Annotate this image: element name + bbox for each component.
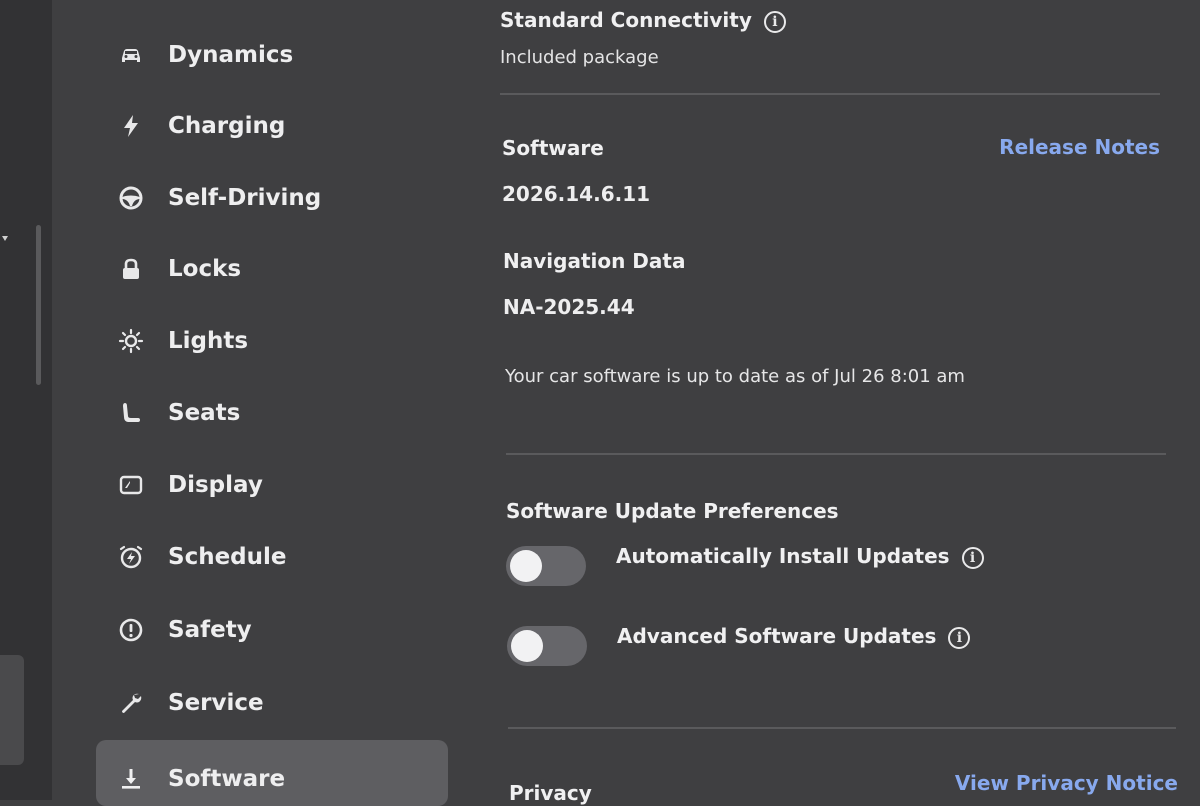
sidebar-item-locks[interactable]: Locks: [96, 241, 448, 297]
sidebar-item-display[interactable]: Display: [96, 457, 448, 513]
info-icon[interactable]: i: [961, 546, 984, 569]
release-notes-link[interactable]: Release Notes: [999, 135, 1160, 159]
steering-wheel-icon: [116, 183, 146, 213]
connectivity-title: Standard Connectivity: [500, 8, 752, 32]
sidebar-item-safety[interactable]: Safety: [96, 602, 448, 658]
caret-down-icon: [2, 236, 8, 241]
divider: [508, 727, 1176, 729]
toggle-knob: [511, 630, 543, 662]
navigation-data-version: NA-2025.44: [503, 295, 635, 319]
sidebar-item-charging[interactable]: Charging: [96, 98, 448, 154]
auto-install-updates-label: Automatically Install Updates: [616, 544, 950, 568]
sidebar-item-label: Schedule: [168, 544, 287, 570]
connectivity-title-row: Standard Connectivity i: [500, 8, 786, 33]
sidebar-item-label: Display: [168, 472, 263, 498]
download-icon: [116, 764, 146, 794]
sidebar-item-label: Seats: [168, 400, 241, 426]
wrench-icon: [116, 688, 146, 718]
toggle-knob: [510, 550, 542, 582]
light-bulb-icon: [116, 326, 146, 356]
seat-icon: [116, 398, 146, 428]
sidebar-item-label: Service: [168, 690, 264, 716]
sidebar-item-label: Locks: [168, 256, 242, 282]
left-edge-panel: [0, 0, 52, 800]
software-title: Software: [502, 136, 604, 160]
update-preferences-title: Software Update Preferences: [506, 499, 839, 523]
display-icon: [116, 470, 146, 500]
divider: [500, 93, 1160, 95]
settings-sidebar: Dynamics Charging Self-Driving Locks Lig…: [52, 0, 472, 806]
sidebar-item-label: Charging: [168, 113, 286, 139]
software-settings-panel: Standard Connectivity i Included package …: [500, 0, 1180, 805]
auto-install-updates-row: Automatically Install Updates i: [616, 544, 984, 569]
sidebar-item-label: Dynamics: [168, 42, 294, 68]
divider: [506, 453, 1166, 455]
connectivity-subtitle: Included package: [500, 47, 659, 68]
sidebar-item-dynamics[interactable]: Dynamics: [96, 27, 448, 83]
sidebar-item-label: Lights: [168, 328, 249, 354]
lightning-bolt-icon: [116, 111, 146, 141]
side-panel-stub: [0, 655, 24, 765]
sidebar-item-label: Safety: [168, 617, 252, 643]
sidebar-item-schedule[interactable]: Schedule: [96, 529, 448, 585]
sidebar-item-label: Self-Driving: [168, 185, 322, 211]
scrollbar[interactable]: [36, 225, 41, 385]
sidebar-item-service[interactable]: Service: [96, 675, 448, 731]
software-status-text: Your car software is up to date as of Ju…: [505, 366, 965, 387]
car-icon: [116, 40, 146, 70]
privacy-title: Privacy: [509, 781, 592, 805]
auto-install-updates-toggle[interactable]: [506, 546, 586, 586]
advanced-software-updates-label: Advanced Software Updates: [617, 624, 937, 648]
view-privacy-notice-link[interactable]: View Privacy Notice: [955, 771, 1178, 795]
sidebar-item-lights[interactable]: Lights: [96, 313, 448, 369]
info-icon[interactable]: i: [763, 10, 786, 33]
info-icon[interactable]: i: [948, 626, 971, 649]
sidebar-item-self-driving[interactable]: Self-Driving: [96, 170, 448, 226]
sidebar-item-label: Software: [168, 766, 286, 792]
sidebar-item-seats[interactable]: Seats: [96, 385, 448, 441]
advanced-software-updates-toggle[interactable]: [507, 626, 587, 666]
advanced-software-updates-row: Advanced Software Updates i: [617, 624, 971, 649]
alarm-clock-icon: [116, 542, 146, 572]
navigation-data-title: Navigation Data: [503, 249, 686, 273]
sidebar-item-software[interactable]: Software: [96, 740, 448, 806]
lock-icon: [116, 254, 146, 284]
software-version: 2026.14.6.11: [502, 182, 651, 206]
alert-circle-icon: [116, 615, 146, 645]
